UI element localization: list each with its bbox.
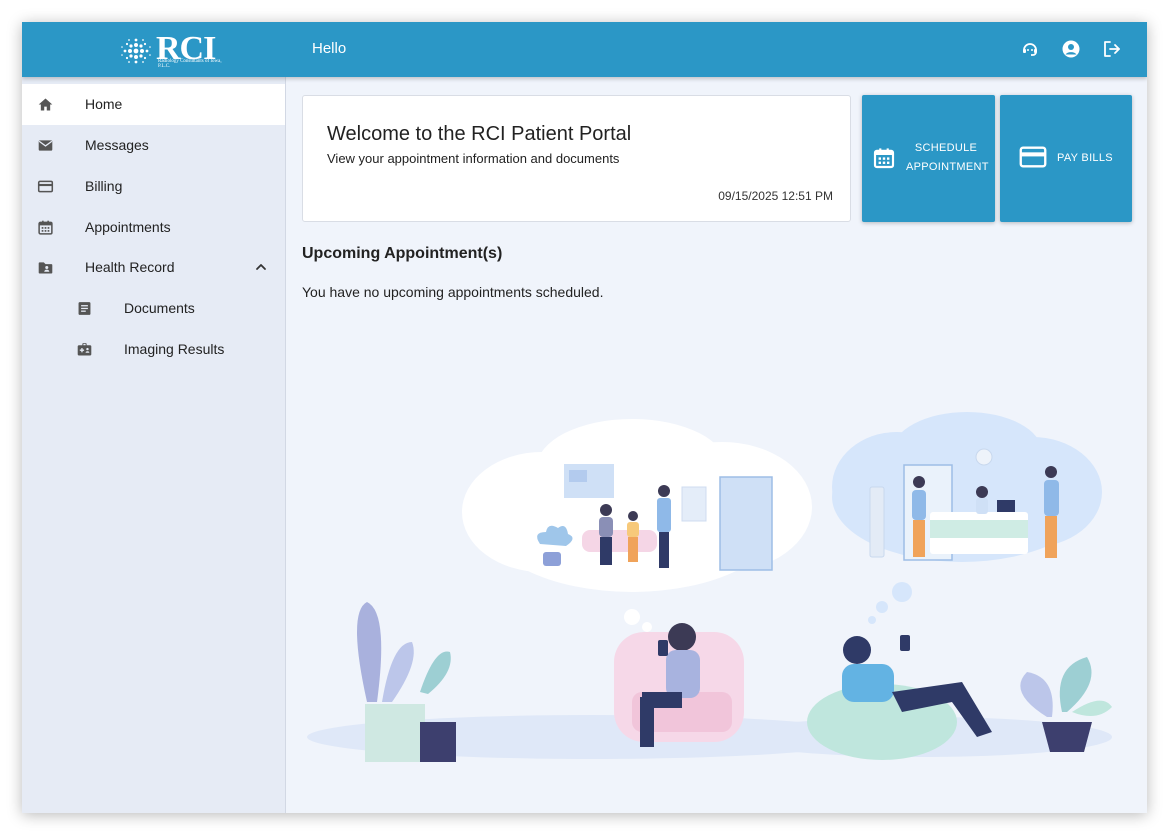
sidebar-item-imaging-results[interactable]: Imaging Results bbox=[22, 329, 285, 370]
woman-reading-figure bbox=[614, 623, 744, 747]
rci-logo[interactable]: RCI Radiology Consultants of Iowa, P.L.C… bbox=[118, 30, 228, 71]
sidebar-item-label: Documents bbox=[124, 300, 195, 316]
schedule-label-line2: APPOINTMENT bbox=[906, 161, 989, 173]
sidebar-item-label: Health Record bbox=[85, 259, 175, 275]
mail-icon bbox=[38, 140, 53, 151]
sidebar-item-label: Appointments bbox=[85, 219, 171, 235]
welcome-subtitle: View your appointment information and do… bbox=[327, 151, 620, 166]
greeting: Hello bbox=[312, 40, 347, 57]
sidebar-item-billing[interactable]: Billing bbox=[22, 166, 285, 207]
sidebar: Home Messages Billing Appointments Healt… bbox=[22, 77, 286, 813]
sidebar-item-documents[interactable]: Documents bbox=[22, 288, 285, 329]
chevron-up-icon[interactable] bbox=[254, 260, 268, 274]
upcoming-appointments-heading: Upcoming Appointment(s) bbox=[302, 245, 503, 262]
welcome-timestamp: 09/15/2025 12:51 PM bbox=[718, 189, 833, 203]
schedule-appointment-button[interactable]: SCHEDULE APPOINTMENT bbox=[862, 95, 995, 222]
portal-window: RCI Radiology Consultants of Iowa, P.L.C… bbox=[22, 22, 1147, 813]
pay-bills-button[interactable]: PAY BILLS bbox=[1000, 95, 1132, 222]
plant-left bbox=[357, 602, 456, 762]
welcome-card: Welcome to the RCI Patient Portal View y… bbox=[302, 95, 851, 222]
account-icon[interactable] bbox=[1061, 39, 1081, 59]
no-appointments-message: You have no upcoming appointments schedu… bbox=[302, 284, 604, 300]
waiting-room-illustration bbox=[307, 412, 1112, 762]
document-icon bbox=[78, 302, 91, 315]
sidebar-item-label: Home bbox=[85, 96, 123, 112]
sidebar-item-appointments[interactable]: Appointments bbox=[22, 207, 285, 248]
sidebar-item-label: Billing bbox=[85, 178, 123, 194]
medical-id-icon bbox=[77, 343, 92, 356]
folder-user-icon bbox=[38, 262, 53, 274]
pay-bills-label: PAY BILLS bbox=[1057, 152, 1113, 164]
sidebar-item-home[interactable]: Home bbox=[22, 84, 285, 125]
welcome-title: Welcome to the RCI Patient Portal bbox=[327, 123, 632, 145]
logout-icon[interactable] bbox=[1102, 39, 1122, 59]
logo-subtitle: Radiology Consultants of Iowa, P.L.C. bbox=[158, 59, 222, 69]
sidebar-item-health-record[interactable]: Health Record bbox=[22, 247, 285, 288]
sidebar-item-messages[interactable]: Messages bbox=[22, 125, 285, 166]
calendar-icon bbox=[38, 220, 53, 235]
credit-card-icon bbox=[1019, 146, 1047, 168]
credit-card-icon bbox=[37, 180, 54, 193]
sidebar-item-label: Messages bbox=[85, 137, 149, 153]
top-bar: RCI Radiology Consultants of Iowa, P.L.C… bbox=[22, 22, 1147, 77]
home-icon bbox=[38, 98, 53, 111]
support-agent-icon[interactable] bbox=[1020, 39, 1040, 59]
sidebar-item-label: Imaging Results bbox=[124, 341, 225, 357]
logo-globe-icon bbox=[121, 38, 151, 64]
schedule-label-line1: SCHEDULE bbox=[914, 142, 978, 154]
calendar-icon bbox=[873, 148, 895, 169]
